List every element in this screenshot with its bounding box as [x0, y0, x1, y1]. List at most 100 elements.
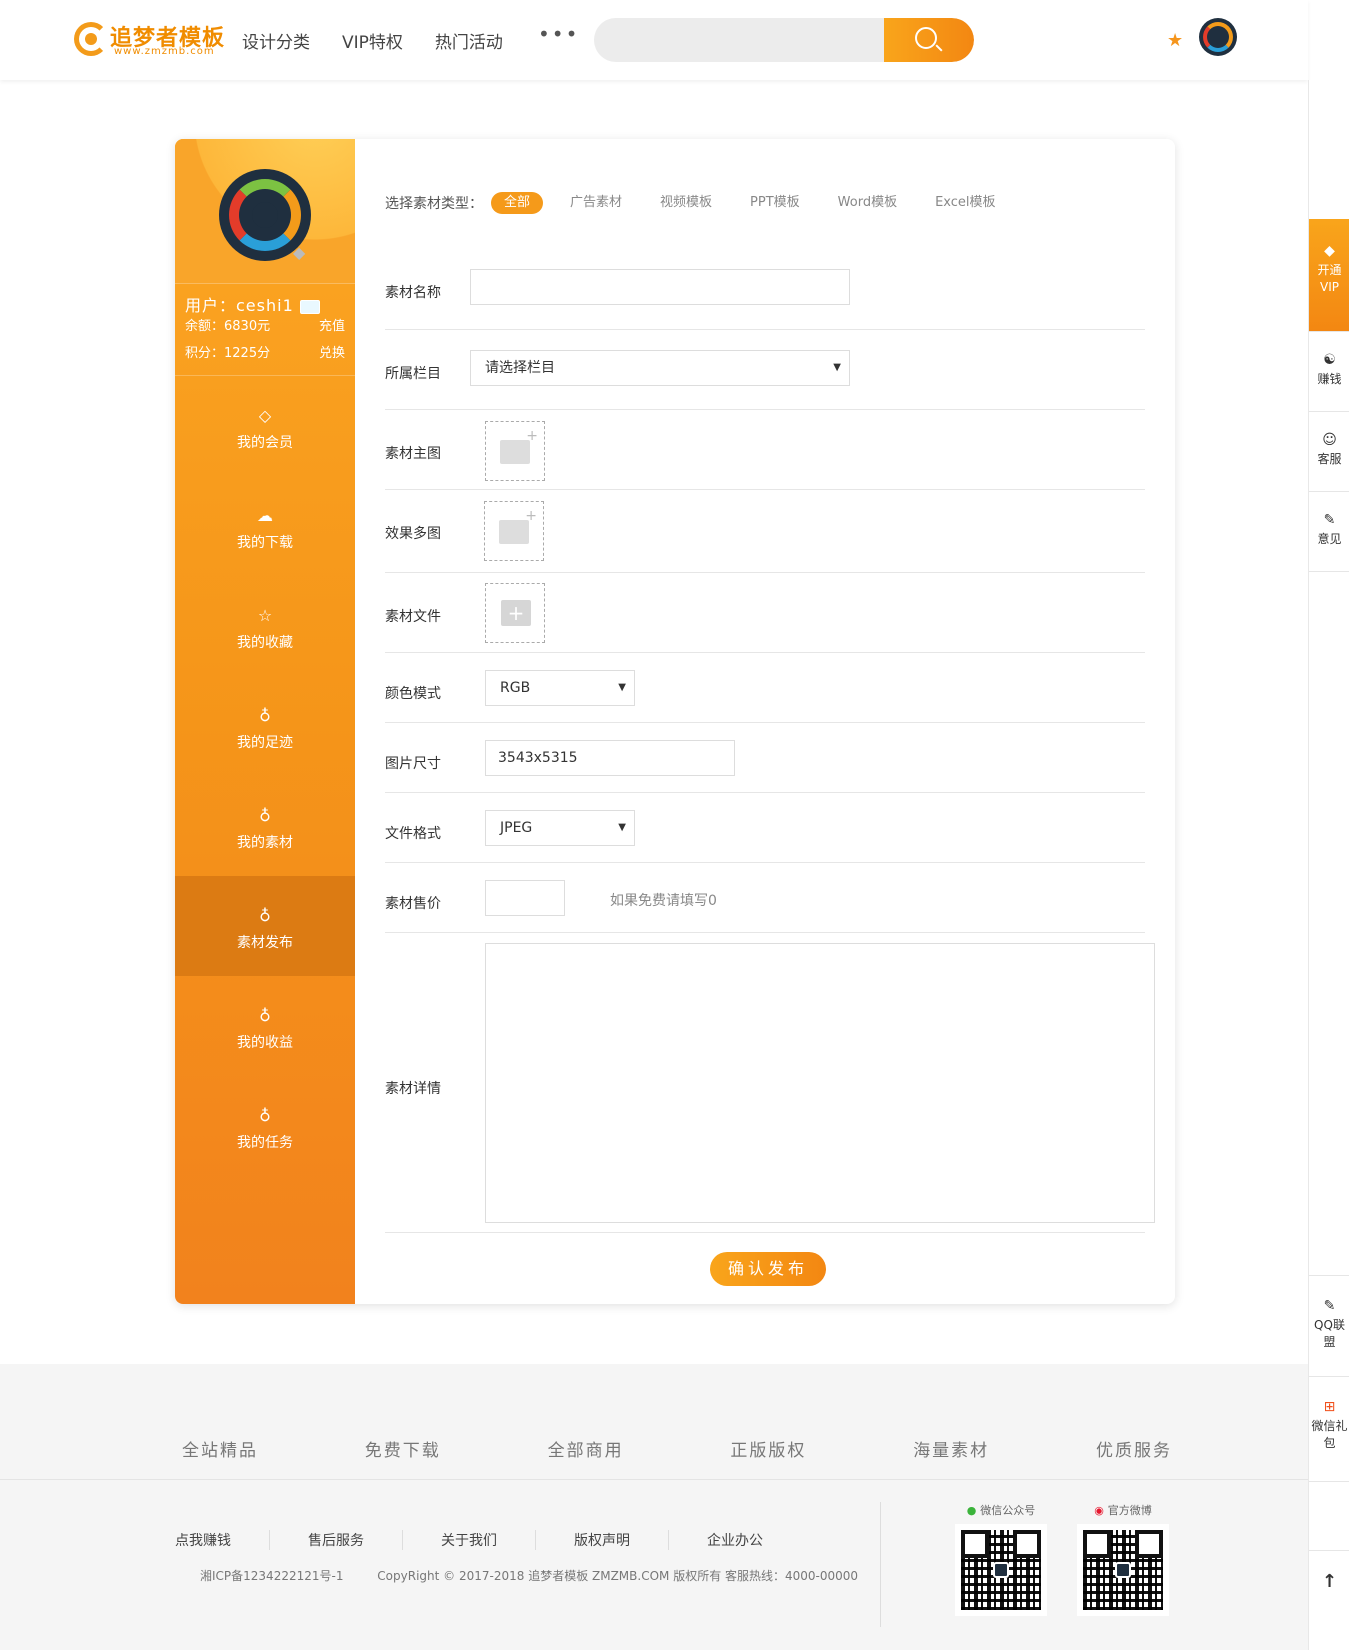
column-select[interactable]: 请选择栏目 ▼	[470, 350, 850, 386]
main-image-uploader[interactable]	[485, 421, 545, 481]
search-input[interactable]	[594, 18, 884, 62]
footer-link-after-sales[interactable]: 售后服务	[308, 1530, 403, 1550]
wechat-icon: ●	[966, 1504, 977, 1517]
logo-mark-icon	[74, 22, 108, 56]
nav-hot-events[interactable]: 热门活动	[435, 28, 503, 53]
rb-label: 开通VIP	[1317, 263, 1342, 294]
icp-number[interactable]: 湘ICP备1234222121号-1	[200, 1569, 343, 1583]
add-image-icon	[499, 508, 537, 544]
footer-links: 点我赚钱 售后服务 关于我们 版权声明 企业办公	[175, 1530, 839, 1550]
feature-item: 全站精品	[182, 1441, 258, 1461]
wechat-gift-button[interactable]: ⊞ 微信礼包	[1309, 1377, 1349, 1482]
image-size-input[interactable]	[485, 740, 735, 776]
file-format-select[interactable]: JPEG ▼	[485, 810, 635, 846]
diamond-icon: ◇	[258, 406, 272, 425]
back-to-top-button[interactable]: ↑	[1309, 1550, 1349, 1630]
type-chip-ad[interactable]: 广告素材	[557, 192, 635, 214]
site-logo[interactable]: 追梦者模板 www.zmzmb.com	[74, 18, 229, 62]
earn-money-button[interactable]: ☯ 赚钱	[1309, 332, 1349, 412]
detail-editor[interactable]	[485, 943, 1155, 1223]
edit-icon: ✎	[1323, 1298, 1336, 1314]
footer-link-copyright[interactable]: 版权声明	[574, 1530, 669, 1550]
menu-my-footprints[interactable]: ♁ 我的足迹	[175, 676, 355, 776]
menu-label: 我的会员	[237, 435, 293, 451]
type-chip-ppt[interactable]: PPT模板	[737, 192, 813, 214]
type-chip-excel[interactable]: Excel模板	[922, 192, 1008, 214]
menu-publish-material[interactable]: ♁ 素材发布	[175, 876, 355, 976]
nav-design-category[interactable]: 设计分类	[242, 28, 310, 53]
menu-label: 我的收益	[237, 1035, 293, 1051]
weibo-qr-block: ◉ 官方微博	[1077, 1502, 1169, 1616]
cloud-download-icon: ☁	[257, 506, 273, 525]
footer-link-about[interactable]: 关于我们	[441, 1530, 536, 1550]
type-chip-all[interactable]: 全部	[491, 192, 544, 214]
menu-my-materials[interactable]: ♁ 我的素材	[175, 776, 355, 876]
menu-my-membership[interactable]: ◇ 我的会员	[175, 376, 355, 476]
menu-my-earnings[interactable]: ♁ 我的收益	[175, 976, 355, 1076]
qr-label: ● 微信公众号	[955, 1502, 1047, 1518]
sidebar-menu: ◇ 我的会员 ☁ 我的下载 ☆ 我的收藏 ♁ 我的足迹 ♁ 我的素材 ♁ 素材发…	[175, 376, 355, 1176]
field-label: 素材详情	[385, 1081, 441, 1097]
row-material-file: 素材文件 +	[385, 573, 1145, 653]
favorite-star-icon[interactable]: ★	[1167, 30, 1183, 51]
row-column: 所属栏目 请选择栏目 ▼	[385, 330, 1145, 410]
wechat-qr-block: ● 微信公众号	[955, 1502, 1047, 1616]
qr-logo	[1115, 1562, 1131, 1578]
qq-alliance-button[interactable]: ✎ QQ联盟	[1309, 1275, 1349, 1377]
row-file-format: 文件格式 JPEG ▼	[385, 793, 1145, 863]
caret-down-icon: ▼	[833, 362, 841, 373]
price-hint: 如果免费请填写0	[610, 893, 717, 909]
menu-my-downloads[interactable]: ☁ 我的下载	[175, 476, 355, 576]
confirm-publish-button[interactable]: 确认发布	[710, 1252, 826, 1286]
user-center-panel: ◆ 用户：ceshi1 余额：6830元 充值 积分：1225分 兑换 ◇ 我的…	[175, 139, 1175, 1304]
type-chip-word[interactable]: Word模板	[825, 192, 910, 214]
menu-label: 我的收藏	[237, 635, 293, 651]
nav-more-icon[interactable]: •••	[538, 22, 579, 46]
divider	[175, 283, 355, 284]
search-button[interactable]	[884, 18, 974, 62]
field-label: 所属栏目	[385, 366, 441, 382]
weibo-qr-code	[1077, 1524, 1169, 1616]
weibo-label: 官方微博	[1107, 1504, 1152, 1517]
exchange-link[interactable]: 兑换	[319, 342, 345, 361]
menu-label: 我的素材	[237, 835, 293, 851]
header-avatar[interactable]	[1199, 18, 1237, 56]
gift-icon: ⊞	[1323, 1399, 1336, 1415]
wechat-qr-code	[955, 1524, 1047, 1616]
rb-label: 意见	[1317, 532, 1342, 546]
type-chip-video[interactable]: 视频模板	[647, 192, 725, 214]
caret-down-icon: ▼	[618, 822, 626, 833]
rb-label: 客服	[1317, 452, 1342, 466]
feature-item: 免费下载	[364, 1441, 441, 1461]
diamond-badge-icon: ◆	[293, 243, 306, 262]
material-file-uploader[interactable]: +	[485, 583, 545, 643]
feedback-button[interactable]: ✎ 意见	[1309, 492, 1349, 572]
field-label: 效果多图	[385, 526, 441, 542]
price-input[interactable]	[485, 880, 565, 916]
qr-pattern	[961, 1530, 1041, 1610]
effect-images-uploader[interactable]	[484, 501, 544, 561]
rb-label: QQ联盟	[1314, 1318, 1345, 1349]
nav-vip-privileges[interactable]: VIP特权	[342, 28, 403, 53]
customer-service-button[interactable]: ☺ 客服	[1309, 412, 1349, 492]
menu-my-favorites[interactable]: ☆ 我的收藏	[175, 576, 355, 676]
feature-item: 海量素材	[913, 1441, 990, 1461]
rb-label: 微信礼包	[1311, 1419, 1348, 1450]
field-label: 图片尺寸	[385, 756, 441, 772]
sidebar-profile: ◆	[175, 139, 355, 284]
material-name-input[interactable]	[470, 269, 850, 305]
rb-label: 赚钱	[1317, 372, 1342, 386]
feature-item: 优质服务	[1095, 1441, 1172, 1461]
row-image-size: 图片尺寸	[385, 723, 1145, 793]
handshake-icon: ☯	[1323, 352, 1336, 368]
recharge-link[interactable]: 充值	[319, 315, 345, 334]
select-value: JPEG	[500, 820, 533, 836]
menu-my-tasks[interactable]: ♁ 我的任务	[175, 1076, 355, 1176]
field-label: 颜色模式	[385, 686, 441, 702]
footer-link-earn[interactable]: 点我赚钱	[175, 1530, 270, 1550]
open-vip-button[interactable]: ◆ 开通VIP	[1309, 219, 1349, 332]
footer-link-enterprise[interactable]: 企业办公	[707, 1530, 801, 1550]
color-mode-select[interactable]: RGB ▼	[485, 670, 635, 706]
row-main-image: 素材主图	[385, 410, 1145, 490]
footprint-icon: ♁	[259, 806, 271, 825]
